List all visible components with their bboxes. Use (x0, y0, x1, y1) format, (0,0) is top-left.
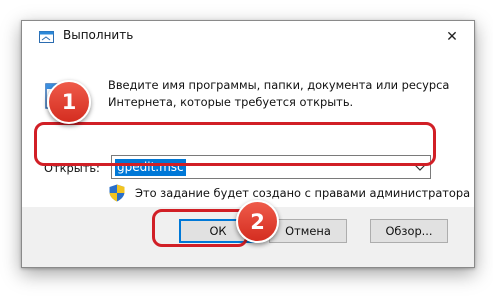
cancel-button[interactable]: Отмена (269, 219, 347, 243)
title-bar: Выполнить ✕ (22, 21, 474, 53)
admin-note: Это задание будет создано с правами адми… (135, 186, 471, 200)
step-1-badge: 1 (47, 80, 91, 124)
open-field-highlight (34, 122, 436, 166)
window-title: Выполнить (63, 28, 134, 42)
browse-button[interactable]: Обзор... (370, 219, 448, 243)
ok-button-highlight (152, 209, 248, 247)
run-app-icon (39, 31, 54, 43)
uac-shield-icon (109, 184, 125, 202)
close-button[interactable]: ✕ (430, 21, 474, 53)
description-text: Введите имя программы, папки, документа … (108, 78, 450, 109)
close-icon: ✕ (446, 29, 458, 45)
step-2-badge: 2 (236, 200, 279, 243)
